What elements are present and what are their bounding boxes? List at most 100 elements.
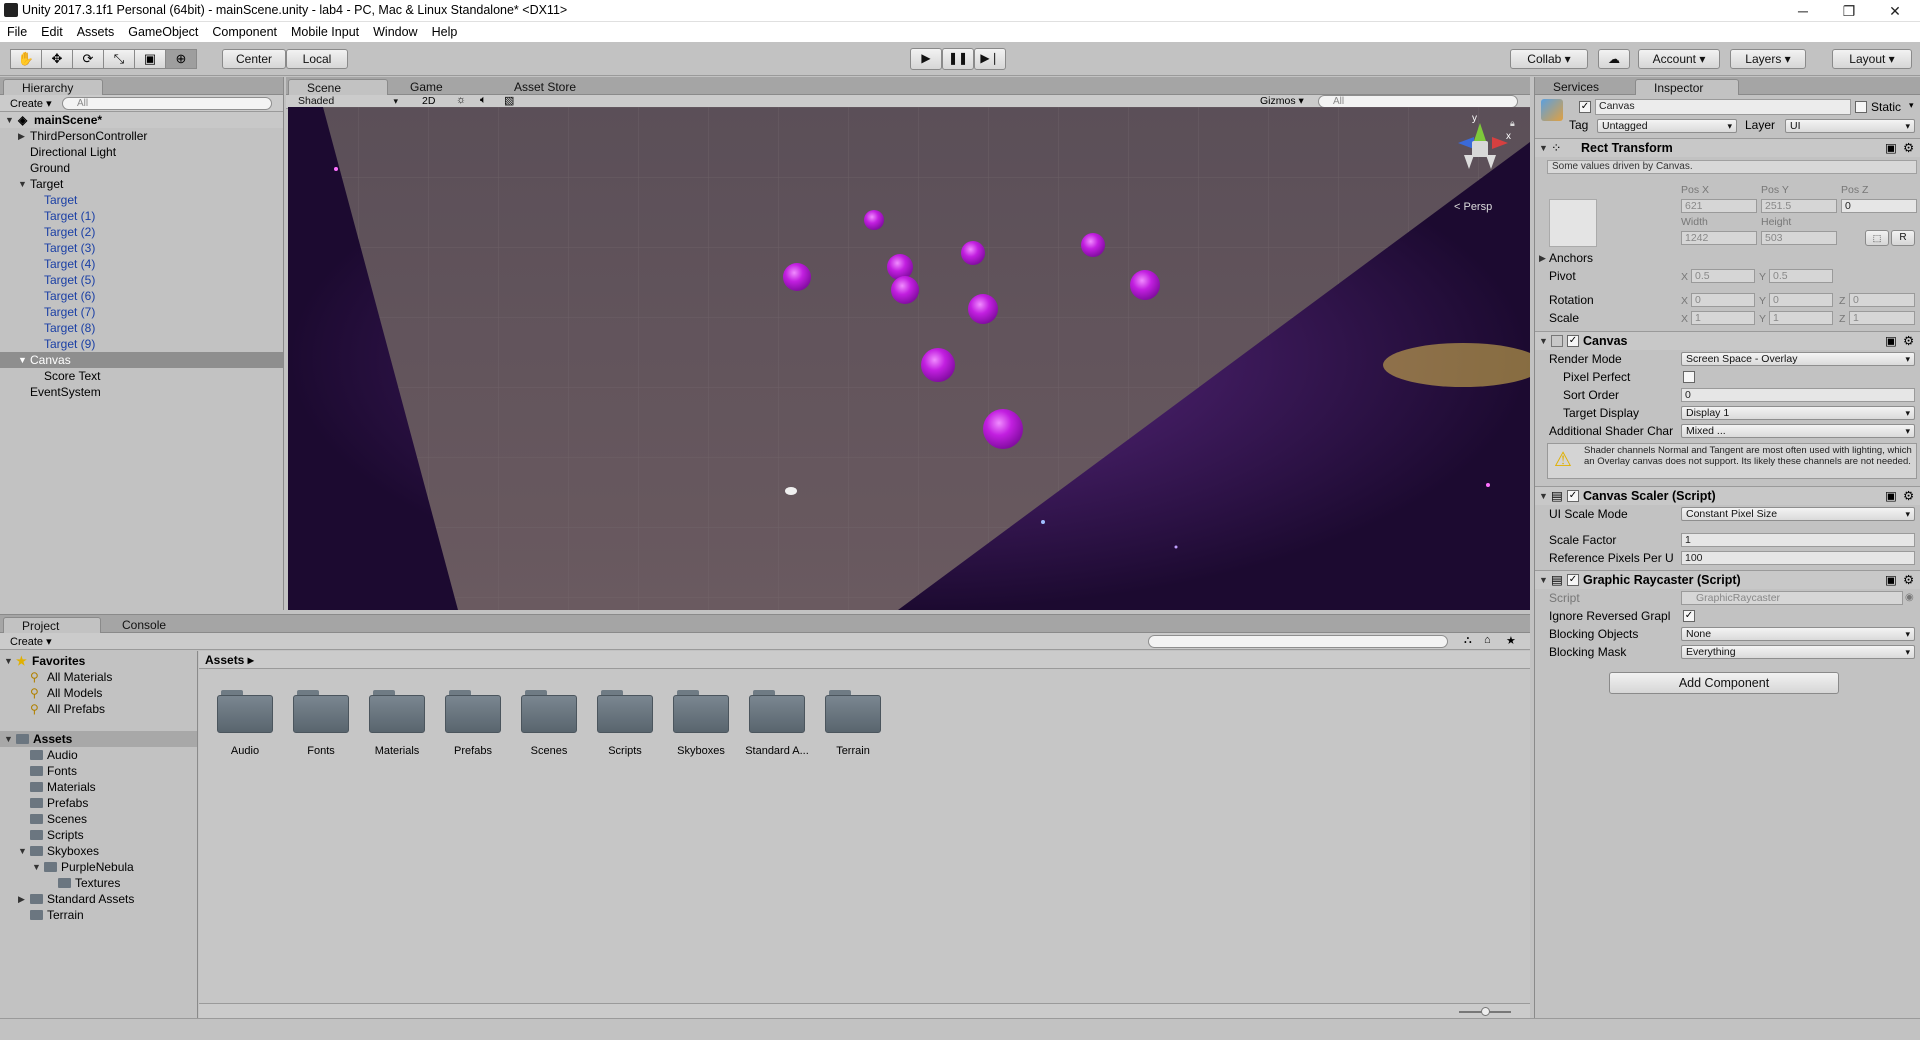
assets-root-row[interactable]: ▼ Assets (0, 731, 197, 747)
hierarchy-item[interactable]: Target (4) (0, 256, 283, 272)
breadcrumb-assets[interactable]: Assets ▸ (205, 653, 254, 667)
shader-channels-dropdown[interactable]: Mixed ... (1681, 424, 1915, 438)
hierarchy-item[interactable]: Target (0, 192, 283, 208)
expand-arrow-icon[interactable]: ▼ (32, 859, 41, 875)
hierarchy-item[interactable]: Directional Light (0, 144, 283, 160)
hierarchy-item[interactable]: Ground (0, 160, 283, 176)
asset-folder-icon[interactable] (521, 687, 577, 735)
asset-folder-row[interactable]: ▼ Skyboxes (0, 843, 197, 859)
favorite-star-icon[interactable]: ★ (1506, 634, 1516, 647)
target-sphere[interactable] (961, 241, 985, 265)
account-dropdown[interactable]: Account ▾ (1638, 49, 1720, 69)
help-icon[interactable]: ▣ (1885, 332, 1897, 350)
object-name-field[interactable]: Canvas (1595, 99, 1851, 115)
orientation-gizmo[interactable]: y x (1448, 113, 1518, 183)
favorite-item[interactable]: ⚲ All Materials (0, 669, 197, 685)
rect-tool-icon[interactable]: ▣ (134, 49, 166, 69)
tab-project[interactable]: Project (3, 617, 101, 633)
asset-folder-icon[interactable] (749, 687, 805, 735)
menu-edit[interactable]: Edit (34, 22, 70, 39)
asset-folder-icon[interactable] (445, 687, 501, 735)
asset-folder-row[interactable]: Scripts (0, 827, 197, 843)
hierarchy-item[interactable]: Target (6) (0, 288, 283, 304)
help-icon[interactable]: ▣ (1885, 139, 1897, 157)
maximize-icon[interactable]: ❐ (1826, 0, 1872, 22)
blueprint-mode-button[interactable]: ⬚ (1865, 230, 1889, 246)
collapsed-arrow-icon[interactable]: ▶ (1539, 249, 1546, 267)
asset-folder-icon[interactable] (293, 687, 349, 735)
target-sphere[interactable] (1081, 233, 1105, 257)
target-sphere[interactable] (783, 263, 811, 291)
static-dropdown-icon[interactable]: ▾ (1909, 100, 1914, 111)
anchors-row[interactable]: ▶ Anchors (1535, 249, 1920, 267)
lock-icon[interactable]: 🔒︎ (1510, 118, 1515, 129)
blocking-objects-dropdown[interactable]: None (1681, 627, 1915, 641)
expand-arrow-icon[interactable]: ▼ (4, 653, 13, 669)
sort-order-field[interactable]: 0 (1681, 388, 1915, 402)
tab-console[interactable]: Console (104, 617, 176, 633)
menu-mobile-input[interactable]: Mobile Input (284, 22, 366, 39)
filter-type-icon[interactable]: ⛬ (1464, 634, 1472, 647)
move-tool-icon[interactable]: ✥ (41, 49, 73, 69)
gear-icon[interactable]: ⚙ (1903, 571, 1914, 589)
scene-root-row[interactable]: ▼ ◈ mainScene* (0, 112, 283, 128)
scaler-enabled-checkbox[interactable]: ✓ (1567, 490, 1579, 502)
gear-icon[interactable]: ⚙ (1903, 487, 1914, 505)
menu-help[interactable]: Help (425, 22, 465, 39)
hierarchy-item[interactable]: Score Text (0, 368, 283, 384)
rotate-tool-icon[interactable]: ⟳ (72, 49, 104, 69)
object-picker-icon[interactable]: ◉ (1905, 589, 1914, 607)
target-sphere[interactable] (921, 348, 955, 382)
collab-dropdown[interactable]: Collab ▾ (1510, 49, 1588, 69)
favorites-row[interactable]: ▼ ★ Favorites (0, 653, 197, 669)
hierarchy-item[interactable]: Target (1) (0, 208, 283, 224)
hierarchy-item[interactable]: ▼ Target (0, 176, 283, 192)
step-button[interactable]: ▶❘ (974, 48, 1006, 70)
ignore-reversed-checkbox[interactable]: ✓ (1683, 610, 1695, 622)
toggle-2d-button[interactable]: 2D (422, 95, 435, 107)
anchor-preset-icon[interactable] (1549, 199, 1597, 247)
gear-icon[interactable]: ⚙ (1903, 332, 1914, 350)
lighting-icon[interactable]: ☼ (456, 94, 466, 106)
canvas-scaler-header[interactable]: ▼ ▤ ✓ Canvas Scaler (Script) ▣ ⚙ (1535, 486, 1920, 505)
static-checkbox[interactable] (1855, 101, 1867, 113)
pivot-local-button[interactable]: Local (286, 49, 348, 69)
asset-folder-icon[interactable] (217, 687, 273, 735)
project-search-input[interactable] (1148, 635, 1448, 648)
tag-dropdown[interactable]: Untagged (1597, 119, 1737, 133)
target-sphere[interactable] (983, 409, 1023, 449)
menu-window[interactable]: Window (366, 22, 424, 39)
hierarchy-create-button[interactable]: Create ▾ (10, 97, 52, 110)
hierarchy-item[interactable]: Target (2) (0, 224, 283, 240)
render-mode-dropdown[interactable]: Screen Space - Overlay (1681, 352, 1915, 366)
scale-factor-field[interactable]: 1 (1681, 533, 1915, 547)
asset-folder-row[interactable]: ▼ PurpleNebula (0, 859, 197, 875)
asset-folder-row[interactable]: Audio (0, 747, 197, 763)
raycaster-enabled-checkbox[interactable]: ✓ (1567, 574, 1579, 586)
hierarchy-search-input[interactable]: All (62, 97, 272, 110)
target-sphere[interactable] (968, 294, 998, 324)
menu-component[interactable]: Component (205, 22, 284, 39)
asset-folder-row[interactable]: Terrain (0, 907, 197, 923)
hierarchy-item-selected[interactable]: ▼ Canvas (0, 352, 283, 368)
zoom-slider-thumb[interactable] (1481, 1007, 1490, 1016)
target-sphere[interactable] (864, 210, 884, 230)
hierarchy-item[interactable]: Target (7) (0, 304, 283, 320)
asset-folder-icon[interactable] (825, 687, 881, 735)
expand-arrow-icon[interactable]: ▼ (1539, 571, 1548, 589)
hierarchy-item[interactable]: EventSystem (0, 384, 283, 400)
expand-arrow-icon[interactable]: ▼ (1539, 332, 1548, 350)
menu-gameobject[interactable]: GameObject (121, 22, 205, 39)
hierarchy-item[interactable]: Target (5) (0, 272, 283, 288)
pivot-center-button[interactable]: Center (222, 49, 286, 69)
target-sphere[interactable] (1130, 270, 1160, 300)
expand-arrow-icon[interactable]: ▼ (1539, 139, 1548, 157)
raw-edit-button[interactable]: R (1891, 230, 1915, 246)
menu-file[interactable]: File (0, 22, 34, 39)
perspective-label[interactable]: < Persp (1454, 201, 1492, 213)
minimize-icon[interactable]: ─ (1780, 0, 1826, 22)
hierarchy-item[interactable]: Target (9) (0, 336, 283, 352)
transform-tool-icon[interactable]: ⊕ (165, 49, 197, 69)
asset-folder-row[interactable]: ▶ Standard Assets (0, 891, 197, 907)
tab-services[interactable]: Services (1535, 79, 1609, 95)
